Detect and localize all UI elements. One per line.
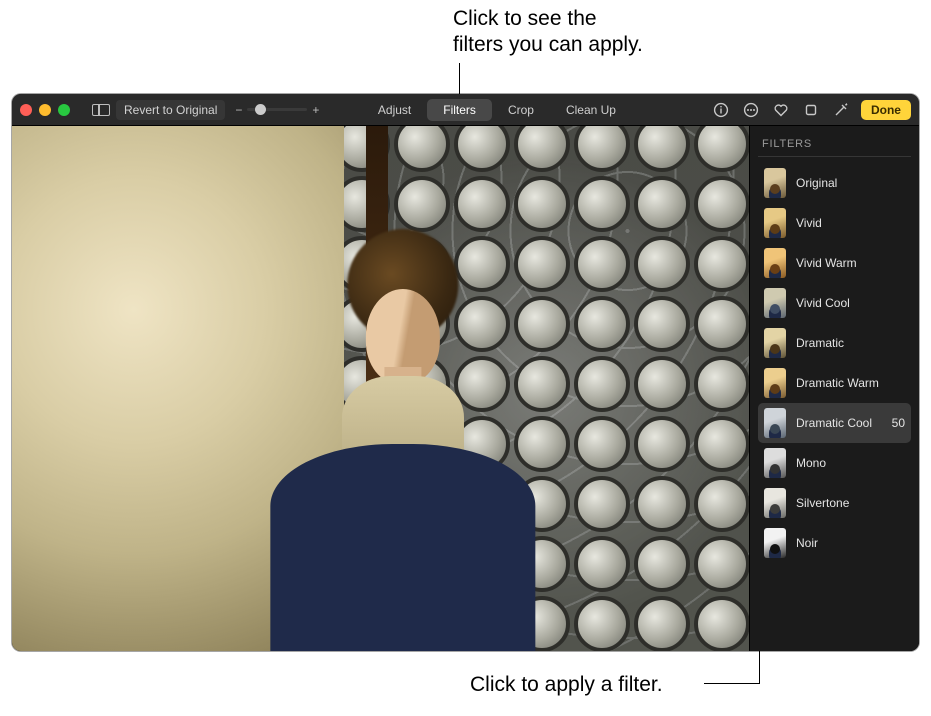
filter-item-dramatic[interactable]: Dramatic (758, 323, 911, 363)
revert-to-original-button[interactable]: Revert to Original (116, 100, 225, 120)
zoom-slider[interactable]: − + (235, 103, 319, 117)
filter-thumbnail (764, 408, 786, 438)
edit-mode-tabs: Adjust Filters Crop Clean Up (362, 99, 632, 121)
filter-intensity-value: 50 (892, 416, 905, 430)
photo-subject (270, 221, 535, 652)
filter-item-silvertone[interactable]: Silvertone (758, 483, 911, 523)
zoom-in-icon: + (312, 103, 319, 117)
close-window-icon[interactable] (20, 104, 32, 116)
callout-apply-filter: Click to apply a filter. (470, 672, 663, 698)
divider (758, 156, 911, 157)
zoom-track[interactable] (247, 108, 307, 111)
filter-label: Noir (796, 536, 905, 550)
filter-item-noir[interactable]: Noir (758, 523, 911, 563)
filter-label: Mono (796, 456, 905, 470)
auto-enhance-icon[interactable] (831, 100, 851, 120)
zoom-thumb[interactable] (255, 104, 266, 115)
minimize-window-icon[interactable] (39, 104, 51, 116)
filter-item-original[interactable]: Original (758, 163, 911, 203)
favorite-heart-icon[interactable] (771, 100, 791, 120)
filters-panel-title: FILTERS (762, 138, 911, 150)
filter-item-dramatic-warm[interactable]: Dramatic Warm (758, 363, 911, 403)
filter-thumbnail (764, 168, 786, 198)
editor-content: FILTERS Original Vivid Vivid Warm Vivid Coo… (12, 126, 919, 651)
filter-label: Original (796, 176, 905, 190)
info-icon[interactable] (711, 100, 731, 120)
toolbar-right: Done (711, 100, 911, 120)
sidebar-toggle-icon[interactable] (92, 104, 110, 116)
filter-thumbnail (764, 248, 786, 278)
filter-thumbnail (764, 288, 786, 318)
more-options-icon[interactable] (741, 100, 761, 120)
photos-edit-window: Revert to Original − + Adjust Filters Cr… (12, 94, 919, 651)
filter-thumbnail (764, 328, 786, 358)
zoom-out-icon: − (235, 103, 242, 117)
filter-item-mono[interactable]: Mono (758, 443, 911, 483)
toolbar: Revert to Original − + Adjust Filters Cr… (12, 94, 919, 126)
tab-cleanup[interactable]: Clean Up (550, 99, 632, 121)
filter-item-dramatic-cool[interactable]: Dramatic Cool 50 (758, 403, 911, 443)
tab-filters[interactable]: Filters (427, 99, 492, 121)
filter-label: Dramatic (796, 336, 905, 350)
tab-adjust[interactable]: Adjust (362, 99, 427, 121)
filter-thumbnail (764, 528, 786, 558)
filter-label: Dramatic Cool (796, 416, 882, 430)
fullscreen-window-icon[interactable] (58, 104, 70, 116)
filter-label: Silvertone (796, 496, 905, 510)
filter-thumbnail (764, 488, 786, 518)
callout-line (704, 683, 759, 684)
done-button[interactable]: Done (861, 100, 911, 120)
filters-panel: FILTERS Original Vivid Vivid Warm Vivid Coo… (749, 126, 919, 651)
filter-label: Vivid (796, 216, 905, 230)
filters-list: Original Vivid Vivid Warm Vivid Cool Dramati… (758, 163, 911, 563)
filter-label: Vivid Cool (796, 296, 905, 310)
window-controls[interactable] (20, 104, 70, 116)
filter-label: Vivid Warm (796, 256, 905, 270)
filter-item-vivid-warm[interactable]: Vivid Warm (758, 243, 911, 283)
filter-thumbnail (764, 208, 786, 238)
filter-item-vivid-cool[interactable]: Vivid Cool (758, 283, 911, 323)
tab-crop[interactable]: Crop (492, 99, 550, 121)
filter-thumbnail (764, 368, 786, 398)
rotate-icon[interactable] (801, 100, 821, 120)
filter-item-vivid[interactable]: Vivid (758, 203, 911, 243)
callout-filters-tab: Click to see the filters you can apply. (453, 6, 643, 59)
filter-label: Dramatic Warm (796, 376, 905, 390)
filter-thumbnail (764, 448, 786, 478)
photo-canvas[interactable] (12, 126, 749, 651)
